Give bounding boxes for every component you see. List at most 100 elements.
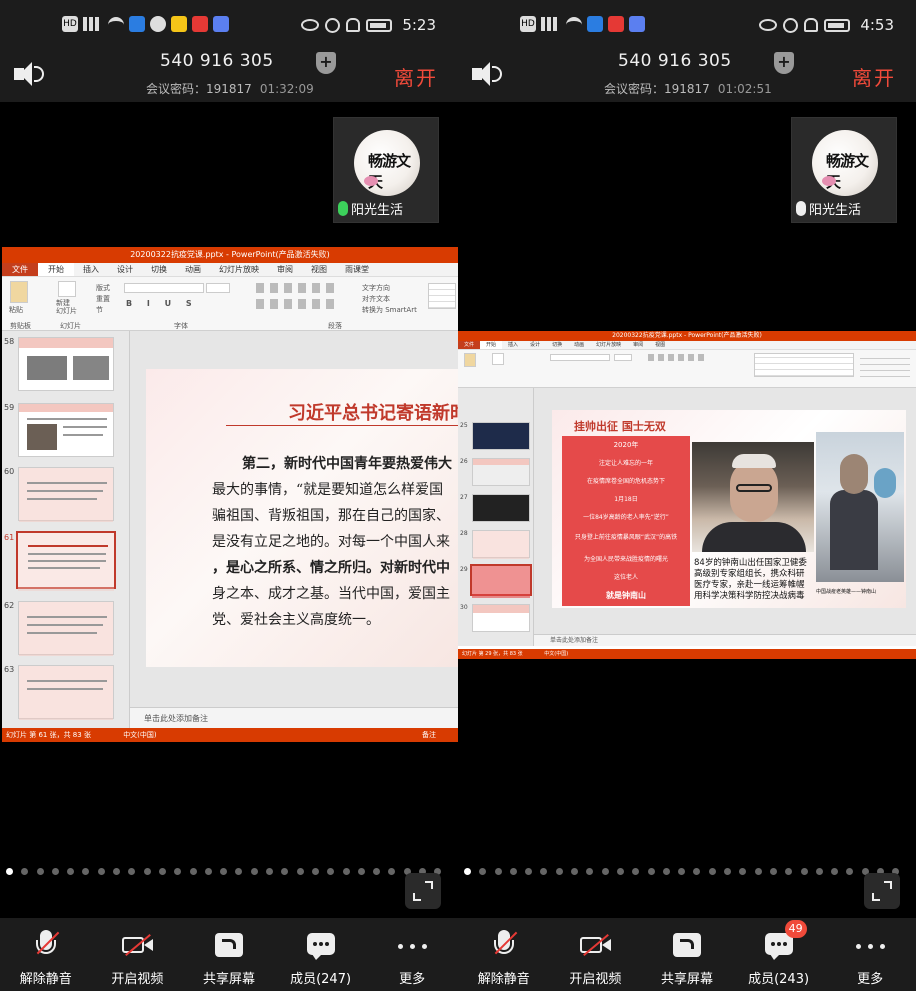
page-dot[interactable] — [113, 868, 121, 875]
page-dot[interactable] — [555, 868, 563, 875]
page-dot[interactable] — [601, 868, 609, 875]
align-buttons[interactable] — [256, 299, 336, 309]
page-dot[interactable] — [754, 868, 762, 875]
slide-thumb-selected[interactable] — [470, 564, 532, 598]
paste-icon[interactable] — [464, 353, 476, 367]
font-size-select[interactable] — [614, 354, 632, 361]
paste-icon[interactable] — [10, 281, 28, 303]
tab-home[interactable]: 开始 — [38, 263, 74, 276]
page-dot[interactable] — [647, 868, 655, 875]
page-dot[interactable] — [708, 868, 716, 875]
page-dot[interactable] — [327, 868, 335, 875]
slide-thumb[interactable] — [18, 403, 114, 457]
unmute-button[interactable]: 解除静音 — [0, 918, 92, 991]
page-dot[interactable] — [250, 868, 258, 875]
list-buttons[interactable] — [256, 283, 336, 293]
page-dot[interactable] — [97, 868, 105, 875]
text-direction-button[interactable]: 文字方向 — [362, 283, 390, 293]
share-screen-button[interactable]: 共享屏幕 — [183, 918, 275, 991]
page-dot[interactable] — [571, 868, 579, 875]
page-dot[interactable] — [158, 868, 166, 875]
page-dot[interactable] — [220, 868, 228, 875]
shapes-gallery[interactable] — [754, 353, 854, 377]
shield-icon[interactable]: + — [774, 52, 794, 74]
editing-group[interactable] — [860, 353, 910, 377]
page-dot[interactable] — [373, 868, 381, 875]
page-dot[interactable] — [311, 868, 319, 875]
page-dot[interactable] — [235, 868, 243, 875]
shapes-gallery[interactable] — [428, 283, 456, 309]
page-dot[interactable] — [36, 868, 44, 875]
page-dot[interactable] — [357, 868, 365, 875]
page-dot[interactable] — [693, 868, 701, 875]
meeting-id[interactable]: 540 916 305 — [618, 51, 732, 71]
participant-tile[interactable]: 畅游文天 阳光生活 — [791, 117, 897, 223]
shield-icon[interactable]: + — [316, 52, 336, 74]
page-dot[interactable] — [800, 868, 808, 875]
new-slide-icon[interactable] — [492, 353, 504, 365]
font-format-buttons[interactable]: B I U S — [126, 299, 198, 308]
leave-button[interactable]: 离开 — [852, 62, 896, 91]
slide-canvas[interactable]: 挂帅出征 国士无双 2020年 注定让人难忘的一年 在疫情席卷全国的危机态势下 … — [534, 388, 916, 634]
tab-insert[interactable]: 插入 — [74, 263, 108, 276]
align-text-button[interactable]: 对齐文本 — [362, 294, 390, 304]
slide-thumb[interactable] — [472, 604, 530, 632]
current-slide[interactable]: 挂帅出征 国士无双 2020年 注定让人难忘的一年 在疫情席卷全国的危机态势下 … — [552, 410, 906, 608]
page-dot[interactable] — [815, 868, 823, 875]
tab-animations[interactable]: 动画 — [568, 341, 590, 349]
page-dot[interactable] — [143, 868, 151, 875]
page-dot[interactable] — [342, 868, 350, 875]
tab-home[interactable]: 开始 — [480, 341, 503, 349]
speaker-icon[interactable] — [14, 62, 44, 86]
tab-view[interactable]: 视图 — [302, 263, 336, 276]
slide-thumb[interactable] — [18, 601, 114, 656]
page-dot[interactable] — [586, 868, 594, 875]
tab-insert[interactable]: 插入 — [502, 341, 524, 349]
shared-screen[interactable]: 20200322抗疫党课.pptx - PowerPoint(产品激活失败) 文… — [458, 331, 916, 659]
page-dot[interactable] — [296, 868, 304, 875]
page-dot[interactable] — [632, 868, 640, 875]
notes-toggle[interactable]: 备注 — [422, 728, 436, 742]
page-dot[interactable] — [21, 868, 29, 875]
page-dot[interactable] — [540, 868, 548, 875]
tab-review[interactable]: 审阅 — [268, 263, 302, 276]
font-size-select[interactable] — [206, 283, 230, 293]
slide-thumb[interactable] — [472, 422, 530, 450]
page-dot[interactable] — [662, 868, 670, 875]
share-screen-button[interactable]: 共享屏幕 — [641, 918, 733, 991]
slide-thumb[interactable] — [472, 530, 530, 559]
members-button[interactable]: 49 成员(243) — [733, 918, 825, 991]
tab-review[interactable]: 审阅 — [627, 341, 649, 349]
page-dot[interactable] — [51, 868, 59, 875]
page-dot[interactable] — [189, 868, 197, 875]
fullscreen-button[interactable] — [405, 873, 441, 909]
start-video-button[interactable]: 开启视频 — [550, 918, 642, 991]
page-dot[interactable] — [509, 868, 517, 875]
page-dot[interactable] — [494, 868, 502, 875]
page-dot[interactable] — [678, 868, 686, 875]
more-button[interactable]: 更多 — [824, 918, 916, 991]
page-dot[interactable] — [388, 868, 396, 875]
tab-transitions[interactable]: 切换 — [546, 341, 568, 349]
tab-file[interactable]: 文件 — [458, 341, 481, 349]
section-button[interactable]: 节 — [96, 305, 103, 315]
start-video-button[interactable]: 开启视频 — [92, 918, 184, 991]
fullscreen-button[interactable] — [864, 873, 900, 909]
speaker-icon[interactable] — [472, 62, 502, 86]
layout-button[interactable]: 版式 — [96, 283, 110, 293]
page-dot[interactable] — [616, 868, 624, 875]
more-button[interactable]: 更多 — [366, 918, 458, 991]
notes-pane[interactable]: 单击此处添加备注 — [534, 634, 916, 646]
tab-file[interactable]: 文件 — [2, 263, 38, 276]
tab-transitions[interactable]: 切换 — [142, 263, 176, 276]
page-dot[interactable] — [525, 868, 533, 875]
page-dot[interactable] — [769, 868, 777, 875]
members-button[interactable]: 成员(247) — [275, 918, 367, 991]
tab-rain-classroom[interactable]: 雨课堂 — [336, 263, 378, 276]
leave-button[interactable]: 离开 — [394, 62, 438, 91]
page-dot[interactable] — [266, 868, 274, 875]
tab-design[interactable]: 设计 — [108, 263, 142, 276]
slide-canvas[interactable]: 习近平总书记寄语新时代青年 第二，新时代中国青年要热爱伟大 最大的事情，“就是要… — [130, 331, 458, 707]
smartart-button[interactable]: 转换为 SmartArt — [362, 305, 417, 315]
page-dot[interactable] — [831, 868, 839, 875]
